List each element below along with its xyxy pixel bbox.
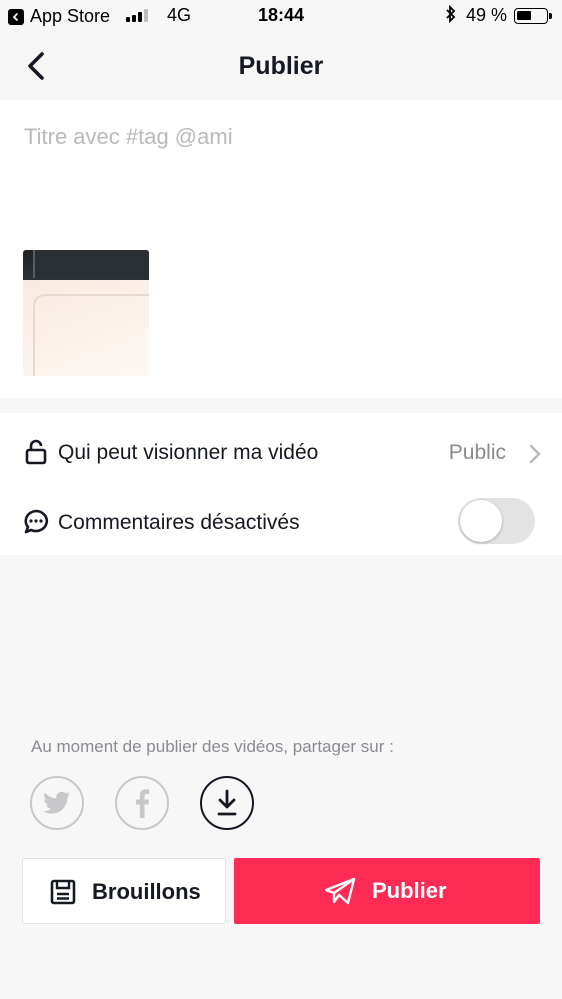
nav-header: Publier [0, 32, 562, 100]
publish-label: Publier [372, 878, 447, 903]
privacy-label: Qui peut visionner ma vidéo [58, 441, 319, 464]
share-targets [30, 776, 254, 830]
share-twitter-button[interactable] [30, 776, 84, 830]
caption-input[interactable] [24, 120, 524, 154]
toggle-knob [460, 500, 502, 542]
page-title: Publier [238, 52, 324, 80]
battery-icon [514, 8, 552, 24]
publish-button[interactable]: Publier [234, 858, 540, 924]
share-facebook-button[interactable] [115, 776, 169, 830]
chevron-right-icon [528, 443, 542, 465]
video-thumbnail[interactable] [23, 250, 149, 376]
status-bar: App Store 4G 18:44 49 % [0, 0, 562, 32]
drafts-button[interactable]: Brouillons [22, 858, 226, 924]
settings-card: Qui peut visionner ma vidéo Public Comme… [0, 413, 562, 555]
facebook-icon [136, 789, 150, 818]
unlock-icon [23, 439, 49, 465]
download-icon [217, 789, 237, 816]
bluetooth-icon [444, 4, 458, 30]
privacy-setting-row[interactable]: Qui peut visionner ma vidéo Public [0, 417, 562, 487]
comments-toggle[interactable] [458, 498, 535, 544]
comments-label: Commentaires désactivés [58, 511, 300, 534]
save-to-device-button[interactable] [200, 776, 254, 830]
privacy-value: Public [448, 441, 506, 464]
drafts-label: Brouillons [92, 879, 201, 904]
drafts-icon [50, 879, 76, 905]
send-icon [324, 877, 356, 905]
comment-icon [23, 509, 49, 535]
battery-fill [517, 11, 531, 20]
share-label: Au moment de publier des vidéos, partage… [31, 737, 394, 756]
twitter-icon [43, 791, 70, 814]
battery-percent: 49 % [466, 5, 508, 25]
caption-card [0, 100, 562, 398]
comments-setting-row: Commentaires désactivés [0, 487, 562, 557]
